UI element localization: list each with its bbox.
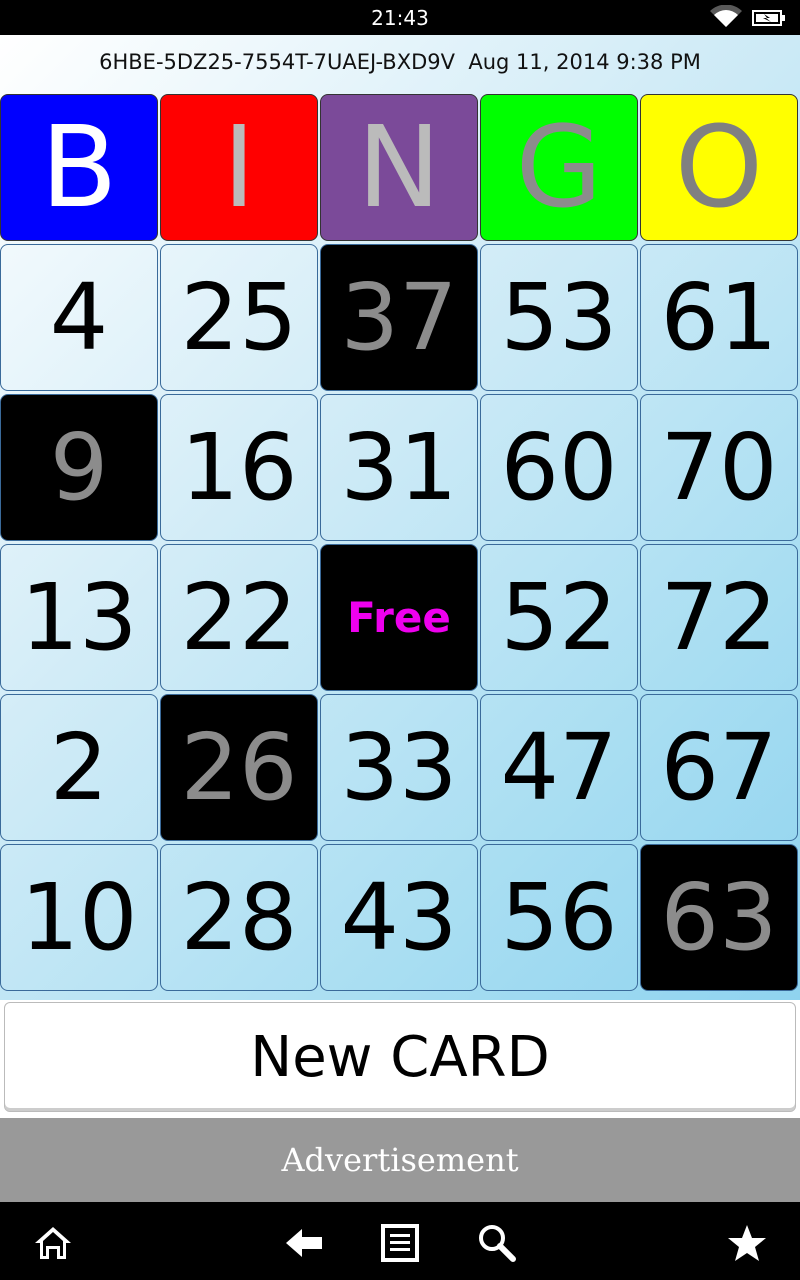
card-id: 6HBE-5DZ25-7554T-7UAEJ-BXD9V: [99, 50, 455, 74]
bingo-cell[interactable]: 4: [0, 244, 158, 391]
list-icon[interactable]: [380, 1223, 420, 1263]
star-icon[interactable]: [727, 1223, 767, 1263]
header-letter-i: I: [160, 94, 318, 241]
bingo-cell[interactable]: 22: [160, 544, 318, 691]
back-icon[interactable]: [284, 1223, 324, 1263]
card-id-line: 6HBE-5DZ25-7554T-7UAEJ-BXD9V Aug 11, 201…: [0, 50, 800, 74]
header-letter-o: O: [640, 94, 798, 241]
bingo-cell[interactable]: 16: [160, 394, 318, 541]
home-icon[interactable]: [33, 1223, 73, 1263]
bingo-cell[interactable]: 60: [480, 394, 638, 541]
bingo-cell[interactable]: 70: [640, 394, 798, 541]
bingo-cell[interactable]: 72: [640, 544, 798, 691]
bingo-cell[interactable]: 31: [320, 394, 478, 541]
bingo-cell[interactable]: 10: [0, 844, 158, 991]
bingo-cell[interactable]: 26: [160, 694, 318, 841]
free-space-cell[interactable]: Free: [320, 544, 478, 691]
search-icon[interactable]: [476, 1223, 516, 1263]
bingo-cell[interactable]: 2: [0, 694, 158, 841]
card-date: Aug 11, 2014 9:38 PM: [468, 50, 701, 74]
header-letter-b: B: [0, 94, 158, 241]
bingo-cell[interactable]: 61: [640, 244, 798, 391]
bingo-cell[interactable]: 37: [320, 244, 478, 391]
bingo-grid: B I N G O 4 25 37 53 61 9 16 31 60 70 13 22 Free 52 72 2 26 33…: [0, 94, 800, 994]
status-bar: 21:43: [0, 0, 800, 35]
bingo-cell[interactable]: 63: [640, 844, 798, 991]
battery-icon: [752, 10, 785, 26]
bingo-app: 6HBE-5DZ25-7554T-7UAEJ-BXD9V Aug 11, 201…: [0, 35, 800, 1000]
bingo-cell[interactable]: 56: [480, 844, 638, 991]
bingo-cell[interactable]: 13: [0, 544, 158, 691]
bottom-nav: [0, 1202, 800, 1280]
bingo-cell[interactable]: 43: [320, 844, 478, 991]
new-card-button[interactable]: New CARD: [4, 1002, 796, 1112]
advertisement-banner[interactable]: Advertisement: [0, 1118, 800, 1202]
bingo-cell[interactable]: 9: [0, 394, 158, 541]
wifi-icon: [710, 5, 742, 27]
status-time: 21:43: [371, 6, 429, 30]
bingo-cell[interactable]: 33: [320, 694, 478, 841]
bingo-cell[interactable]: 67: [640, 694, 798, 841]
bingo-cell[interactable]: 47: [480, 694, 638, 841]
bingo-cell[interactable]: 52: [480, 544, 638, 691]
bingo-cell[interactable]: 28: [160, 844, 318, 991]
header-letter-n: N: [320, 94, 478, 241]
header-letter-g: G: [480, 94, 638, 241]
bingo-cell[interactable]: 25: [160, 244, 318, 391]
bingo-cell[interactable]: 53: [480, 244, 638, 391]
